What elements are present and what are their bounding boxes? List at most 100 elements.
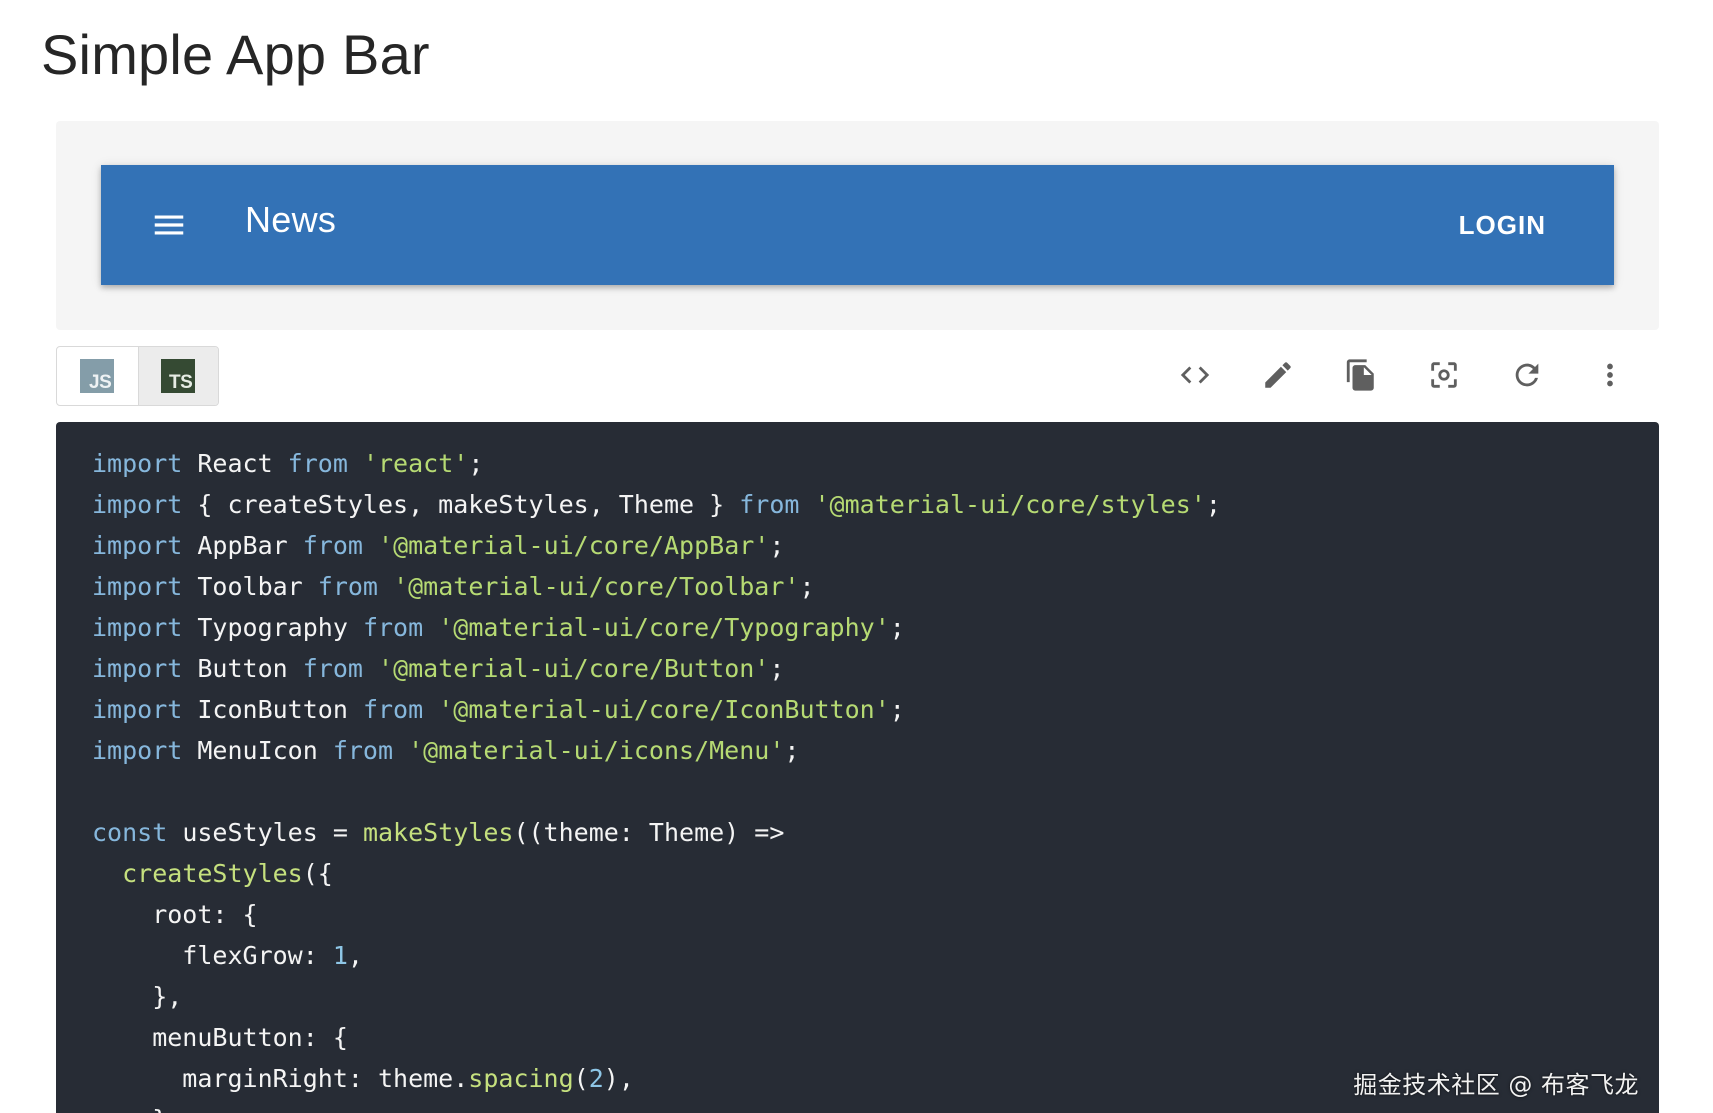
code-token: from bbox=[362, 613, 424, 642]
code-token: from bbox=[317, 572, 378, 601]
copy-icon bbox=[1346, 359, 1374, 391]
code-token: '@material-ui/core/AppBar' bbox=[378, 531, 770, 560]
edit-button[interactable] bbox=[1253, 350, 1303, 400]
demo-toolbar bbox=[1170, 350, 1660, 400]
code-token: import bbox=[92, 572, 183, 601]
code-token: from bbox=[332, 736, 394, 765]
code-line: import AppBar from '@material-ui/core/Ap… bbox=[92, 525, 1659, 566]
code-token: import bbox=[92, 613, 183, 642]
code-token: 'react' bbox=[362, 449, 469, 478]
code-token: ({ bbox=[302, 859, 333, 888]
code-token: flexGrow: bbox=[92, 941, 333, 970]
code-line: }, bbox=[92, 976, 1659, 1017]
code-token: }, bbox=[92, 1105, 182, 1113]
code-token: }, bbox=[92, 982, 183, 1011]
code-token: from bbox=[302, 531, 363, 560]
code-token: AppBar bbox=[182, 531, 303, 560]
code-token: from bbox=[739, 490, 800, 519]
code-token: root: { bbox=[92, 900, 258, 929]
code-icon bbox=[1180, 366, 1210, 384]
reset-button[interactable] bbox=[1502, 350, 1552, 400]
code-token: '@material-ui/core/IconButton' bbox=[438, 695, 890, 724]
code-token: '@material-ui/core/Typography' bbox=[438, 613, 890, 642]
code-token: { createStyles, makeStyles, Theme } bbox=[182, 490, 740, 519]
code-token: ; bbox=[769, 531, 785, 560]
code-line: createStyles({ bbox=[92, 853, 1659, 894]
code-token: '@material-ui/core/styles' bbox=[814, 490, 1206, 519]
more-button[interactable] bbox=[1585, 350, 1635, 400]
code-token: React bbox=[182, 449, 288, 478]
login-button[interactable]: LOGIN bbox=[1449, 201, 1556, 249]
code-token: const bbox=[92, 818, 168, 847]
code-token: '@material-ui/core/Button' bbox=[378, 654, 770, 683]
code-token: ; bbox=[889, 613, 905, 642]
ts-toggle-button[interactable]: TS bbox=[137, 347, 218, 405]
code-token: makeStyles bbox=[362, 818, 514, 847]
ts-icon: TS bbox=[161, 359, 196, 393]
code-line: const useStyles = makeStyles((theme: The… bbox=[92, 812, 1659, 853]
code-token: IconButton bbox=[182, 695, 363, 724]
language-toggle: JS TS bbox=[56, 346, 219, 406]
code-line: import Button from '@material-ui/core/Bu… bbox=[92, 648, 1659, 689]
code-token: import bbox=[92, 736, 183, 765]
code-token: Button bbox=[182, 654, 303, 683]
code-line: import IconButton from '@material-ui/cor… bbox=[92, 689, 1659, 730]
code-token: '@material-ui/core/Toolbar' bbox=[393, 572, 800, 601]
code-token: import bbox=[92, 490, 183, 519]
code-token: from bbox=[302, 654, 363, 683]
code-token: Typography bbox=[182, 613, 363, 642]
more-vert-icon bbox=[1607, 363, 1613, 387]
code-line: import MenuIcon from '@material-ui/icons… bbox=[92, 730, 1659, 771]
code-token: 2 bbox=[588, 1064, 604, 1093]
code-token: ; bbox=[799, 572, 815, 601]
code-token: import bbox=[92, 531, 183, 560]
hamburger-menu-icon bbox=[154, 215, 184, 235]
demo-frame: News LOGIN bbox=[56, 121, 1659, 330]
code-token: ; bbox=[784, 736, 800, 765]
screenshot-icon bbox=[1431, 362, 1457, 388]
code-token: Toolbar bbox=[182, 572, 318, 601]
code-token: '@material-ui/icons/Menu' bbox=[408, 736, 785, 765]
screenshot-button[interactable] bbox=[1419, 350, 1469, 400]
watermark: 掘金技术社区 @ 布客飞龙 bbox=[1353, 1071, 1639, 1099]
view-source-button[interactable] bbox=[1170, 350, 1220, 400]
refresh-icon bbox=[1515, 363, 1539, 387]
menu-button[interactable] bbox=[147, 203, 191, 247]
code-line: import React from 'react'; bbox=[92, 443, 1659, 484]
code-lines: import React from 'react'; import { creat… bbox=[92, 443, 1659, 1113]
code-token: MenuIcon bbox=[182, 736, 333, 765]
code-token: import bbox=[92, 449, 183, 478]
code-line: }, bbox=[92, 1099, 1659, 1113]
code-token: ), bbox=[603, 1064, 634, 1093]
code-token: spacing bbox=[468, 1064, 574, 1093]
code-token: ( bbox=[573, 1064, 589, 1093]
code-token: import bbox=[92, 695, 183, 724]
code-token: ; bbox=[468, 449, 484, 478]
code-block[interactable]: import React from 'react'; import { creat… bbox=[56, 422, 1659, 1113]
code-token: ((theme: Theme) => bbox=[513, 818, 785, 847]
js-toggle-button[interactable]: JS bbox=[57, 347, 138, 405]
code-token: ; bbox=[769, 654, 785, 683]
code-line: flexGrow: 1, bbox=[92, 935, 1659, 976]
code-line: import Toolbar from '@material-ui/core/T… bbox=[92, 566, 1659, 607]
code-token: marginRight: theme. bbox=[92, 1064, 469, 1093]
copy-button[interactable] bbox=[1336, 350, 1386, 400]
code-token: ; bbox=[1205, 490, 1221, 519]
code-token: menuButton: { bbox=[92, 1023, 348, 1052]
code-line: menuButton: { bbox=[92, 1017, 1659, 1058]
code-token: , bbox=[347, 941, 363, 970]
code-token: 1 bbox=[332, 941, 348, 970]
code-token: from bbox=[362, 695, 424, 724]
code-line: import { createStyles, makeStyles, Theme… bbox=[92, 484, 1659, 525]
code-line: import Typography from '@material-ui/cor… bbox=[92, 607, 1659, 648]
